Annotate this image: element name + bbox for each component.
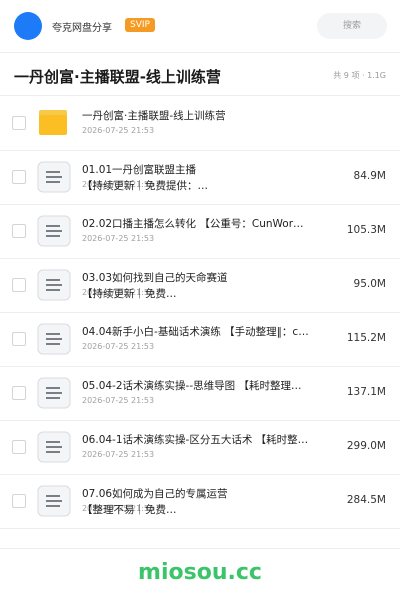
row-checkbox[interactable] (12, 278, 26, 292)
document-icon (37, 485, 71, 517)
file-name[interactable]: 06.04-1话术演练实操-区分五大话术 【耗时整… (82, 432, 322, 447)
document-icon (37, 377, 71, 409)
file-name[interactable]: 07.06如何成为自己的专属运营 (82, 486, 322, 501)
file-name-line2[interactable]: 【持续更新｜免费… (82, 286, 322, 301)
file-row[interactable]: 05.04-2话术演练实操--思维导图 【耗时整理… 2026-07-25 21:… (0, 366, 400, 421)
row-checkbox[interactable] (12, 332, 26, 346)
file-size: 105.3M (346, 224, 386, 236)
file-row[interactable]: 07.06如何成为自己的专属运营 2026-07-25 21:53 【整理不易｜免费… (0, 474, 400, 529)
document-icon (37, 161, 71, 193)
document-icon (37, 323, 71, 355)
file-size: 299.0M (346, 440, 386, 452)
row-checkbox[interactable] (12, 386, 26, 400)
row-checkbox[interactable] (12, 494, 26, 508)
file-row[interactable]: 06.04-1话术演练实操-区分五大话术 【耗时整… 2026-07-25 21:… (0, 420, 400, 475)
document-icon (37, 431, 71, 463)
file-size: 284.5M (346, 494, 386, 506)
svip-badge: SVIP (125, 18, 155, 32)
file-name-line2[interactable]: 【整理不易｜免费… (82, 502, 322, 517)
file-row[interactable]: 一丹创富·主播联盟-线上训练营 2026-07-25 21:53 (0, 96, 400, 151)
search-input[interactable]: 搜索 (317, 13, 387, 39)
file-name-line2[interactable]: 【持续更新｜免费提供：… (82, 178, 322, 193)
file-name[interactable]: 03.03如何找到自己的天命赛道 (82, 270, 322, 285)
item-count: 共 9 项 · 1.1G (333, 71, 386, 80)
page-title: 一丹创富·主播联盟-线上训练营 (14, 68, 221, 86)
row-checkbox[interactable] (12, 440, 26, 454)
file-size: 115.2M (346, 332, 386, 344)
file-date: 2026-07-25 21:53 (82, 342, 155, 351)
file-name[interactable]: 05.04-2话术演练实操--思维导图 【耗时整理… (82, 378, 322, 393)
folder-icon (37, 107, 71, 139)
row-checkbox[interactable] (12, 170, 26, 184)
row-checkbox[interactable] (12, 116, 26, 130)
file-name[interactable]: 04.04新手小白-基础话术演练 【手动整理‖：c… (82, 324, 322, 339)
list-bottom-divider (0, 548, 400, 549)
avatar[interactable] (14, 12, 42, 40)
file-name[interactable]: 02.02口播主播怎么转化 【公重号：CunWor… (82, 216, 322, 231)
file-row[interactable]: 03.03如何找到自己的天命赛道 2026-07-25 21:53 【持续更新｜免费… (0, 258, 400, 313)
document-icon (37, 269, 71, 301)
document-icon (37, 215, 71, 247)
header-divider (0, 52, 400, 53)
file-row[interactable]: 02.02口播主播怎么转化 【公重号：CunWor… 2026-07-25 21:… (0, 204, 400, 259)
row-checkbox[interactable] (12, 224, 26, 238)
top-bar: 夸克网盘分享 SVIP 搜索 (0, 0, 400, 52)
username: 夸克网盘分享 (52, 23, 112, 34)
file-size: 84.9M (353, 170, 386, 182)
file-date: 2026-07-25 21:53 (82, 396, 155, 405)
file-row[interactable]: 01.01一丹创富联盟主播 2026-07-25 21:53 【持续更新｜免费提供：… (0, 150, 400, 205)
file-date: 2026-07-25 21:53 (82, 234, 155, 243)
watermark-text: miosou.cc (138, 560, 262, 585)
file-row[interactable]: 04.04新手小白-基础话术演练 【手动整理‖：c… 2026-07-25 21:… (0, 312, 400, 367)
file-size: 95.0M (353, 278, 386, 290)
file-name[interactable]: 01.01一丹创富联盟主播 (82, 162, 322, 177)
file-name[interactable]: 一丹创富·主播联盟-线上训练营 (82, 108, 322, 123)
file-date: 2026-07-25 21:53 (82, 450, 155, 459)
file-date: 2026-07-25 21:53 (82, 126, 155, 135)
file-size: 137.1M (346, 386, 386, 398)
